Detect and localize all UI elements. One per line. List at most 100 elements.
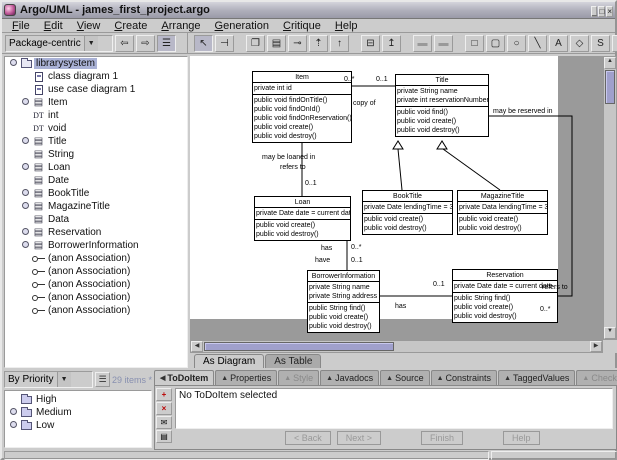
- menu-view[interactable]: View: [71, 20, 107, 32]
- booktitle-generalization[interactable]: [398, 149, 402, 190]
- magazinetitle-generalization[interactable]: [443, 149, 500, 190]
- close-button[interactable]: ×: [606, 6, 613, 17]
- explorer-item-data[interactable]: ▤Data: [5, 213, 187, 226]
- snooze-critic-button[interactable]: ▤: [156, 430, 172, 443]
- tool-circle-button[interactable]: ○: [507, 35, 526, 52]
- finish-button[interactable]: Finish: [421, 431, 463, 445]
- tree-expander-icon[interactable]: [19, 201, 31, 212]
- explorer-item-int[interactable]: DTint: [5, 109, 187, 122]
- explorer-item-anon-association[interactable]: (anon Association): [5, 304, 187, 317]
- explorer-item-use-case-diagram-1[interactable]: use case diagram 1: [5, 83, 187, 96]
- tool-text-button[interactable]: A: [549, 35, 568, 52]
- menu-critique[interactable]: Critique: [277, 20, 327, 32]
- maximize-button[interactable]: □: [598, 6, 605, 17]
- tool-generalization-button[interactable]: ↑: [330, 35, 349, 52]
- menu-generation[interactable]: Generation: [209, 20, 275, 32]
- scroll-left-icon[interactable]: ◀: [191, 341, 203, 352]
- tab-constraints[interactable]: ▲Constraints: [431, 370, 497, 385]
- explorer-item-loan[interactable]: ▤Loan: [5, 161, 187, 174]
- tree-expander-icon[interactable]: [7, 407, 19, 418]
- tab-properties[interactable]: ▲Properties: [215, 370, 277, 385]
- menu-arrange[interactable]: Arrange: [155, 20, 206, 32]
- horizontal-scroll-thumb[interactable]: [204, 342, 394, 351]
- tool-line-button[interactable]: ╲: [528, 35, 547, 52]
- tool-association-button[interactable]: ⊸: [288, 35, 307, 52]
- todo-item-medium[interactable]: Medium: [5, 406, 151, 419]
- tool-dependency-button[interactable]: ⇡: [309, 35, 328, 52]
- class-booktitle[interactable]: BookTitleprivate Date lendingTime = 30pu…: [362, 190, 453, 235]
- explorer-item-anon-association[interactable]: (anon Association): [5, 278, 187, 291]
- explorer-item-anon-association[interactable]: (anon Association): [5, 252, 187, 265]
- explorer-item-string[interactable]: ▤String: [5, 148, 187, 161]
- scroll-down-icon[interactable]: ▼: [604, 327, 616, 339]
- tree-expander-icon[interactable]: [19, 162, 31, 173]
- explorer-item-title[interactable]: ▤Title: [5, 135, 187, 148]
- tree-expander-icon[interactable]: [19, 227, 31, 238]
- minimize-button[interactable]: _: [591, 6, 597, 17]
- explorer-item-class-diagram-1[interactable]: class diagram 1: [5, 70, 187, 83]
- class-loan[interactable]: Loanprivate Date date = current datepubl…: [254, 196, 351, 241]
- perspective-config-button[interactable]: ☰: [157, 35, 176, 52]
- tree-expander-icon[interactable]: [7, 420, 19, 431]
- menu-file[interactable]: File: [6, 20, 36, 32]
- todo-item-low[interactable]: Low: [5, 419, 151, 432]
- tree-expander-icon[interactable]: [19, 136, 31, 147]
- class-reservation[interactable]: Reservationprivate Date date = current d…: [452, 269, 558, 323]
- new-todoitem-button[interactable]: +: [156, 388, 172, 401]
- chevron-down-icon[interactable]: ▼: [57, 372, 71, 387]
- class-item[interactable]: Itemprivate int idpublic void findOnTitl…: [252, 71, 352, 143]
- explorer-item-void[interactable]: DTvoid: [5, 122, 187, 135]
- scroll-right-icon[interactable]: ▶: [590, 341, 602, 352]
- vertical-scroll-thumb[interactable]: [605, 70, 615, 104]
- tab-as-table[interactable]: As Table: [265, 354, 321, 368]
- explorer-item-anon-association[interactable]: (anon Association): [5, 265, 187, 278]
- back-button[interactable]: < Back: [285, 431, 331, 445]
- explorer-item-anon-association[interactable]: (anon Association): [5, 291, 187, 304]
- chevron-down-icon[interactable]: ▼: [84, 36, 98, 51]
- tool-realization-button[interactable]: ↥: [382, 35, 401, 52]
- explorer-item-booktitle[interactable]: ▤BookTitle: [5, 187, 187, 200]
- tool-broom-button[interactable]: ⊣: [215, 35, 234, 52]
- tree-expander-icon[interactable]: [19, 97, 31, 108]
- explorer-item-borrowerinformation[interactable]: ▤BorrowerInformation: [5, 239, 187, 252]
- explorer-item-reservation[interactable]: ▤Reservation: [5, 226, 187, 239]
- class-magazinetitle[interactable]: MagazineTitleprivate Data lendingTime = …: [457, 190, 548, 235]
- nav-back-button[interactable]: ⇦: [115, 35, 134, 52]
- class-title[interactable]: Titleprivate String nameprivate int rese…: [395, 74, 489, 137]
- scroll-up-icon[interactable]: ▲: [604, 57, 616, 69]
- tool-package-button[interactable]: ❐: [246, 35, 265, 52]
- email-expert-button[interactable]: ✉: [156, 416, 172, 429]
- nav-forward-button[interactable]: ⇨: [136, 35, 155, 52]
- menu-create[interactable]: Create: [108, 20, 153, 32]
- todo-filter-combobox[interactable]: By Priority ▼: [4, 371, 93, 388]
- next-button[interactable]: Next >: [337, 431, 381, 445]
- explorer-item-magazinetitle[interactable]: ▤MagazineTitle: [5, 200, 187, 213]
- tree-expander-icon[interactable]: [7, 58, 19, 69]
- class-borrowerinformation[interactable]: BorrowerInformationprivate String namepr…: [307, 270, 380, 333]
- tool-rounded-rectangle-button[interactable]: ▢: [486, 35, 505, 52]
- tool-ink-button[interactable]: ∿: [612, 35, 617, 52]
- menu-edit[interactable]: Edit: [38, 20, 69, 32]
- menu-help[interactable]: Help: [329, 20, 364, 32]
- explorer-item-date[interactable]: ▤Date: [5, 174, 187, 187]
- tab-javadocs[interactable]: ▲Javadocs: [320, 370, 379, 385]
- vertical-scrollbar[interactable]: ▲ ▼: [603, 56, 617, 340]
- explorer-item-librarysystem[interactable]: librarysystem: [5, 57, 187, 70]
- tree-expander-icon[interactable]: [19, 240, 31, 251]
- delete-todoitem-button[interactable]: ×: [156, 402, 172, 415]
- tool-polygon-button[interactable]: ◇: [570, 35, 589, 52]
- tab-as-diagram[interactable]: As Diagram: [194, 354, 264, 368]
- tool-select-button[interactable]: ↖: [194, 35, 213, 52]
- tool-spline-button[interactable]: S: [591, 35, 610, 52]
- tool-class-association-button[interactable]: ⊟: [361, 35, 380, 52]
- title-bar[interactable]: Argo/UML - james_first_project.argo _□×: [2, 2, 615, 19]
- perspective-combobox[interactable]: Package-centric ▼: [5, 35, 113, 52]
- help-button[interactable]: Help: [503, 431, 540, 445]
- explorer-item-item[interactable]: ▤Item: [5, 96, 187, 109]
- todo-sort-button[interactable]: ☰: [95, 372, 110, 387]
- horizontal-scrollbar[interactable]: ◀ ▶: [190, 340, 603, 353]
- todo-item-high[interactable]: High: [5, 393, 151, 406]
- tab-todoitem[interactable]: ◀ToDoItem: [154, 370, 214, 385]
- tab-source[interactable]: ▲Source: [380, 370, 429, 385]
- tab-taggedvalues[interactable]: ▲TaggedValues: [498, 370, 575, 385]
